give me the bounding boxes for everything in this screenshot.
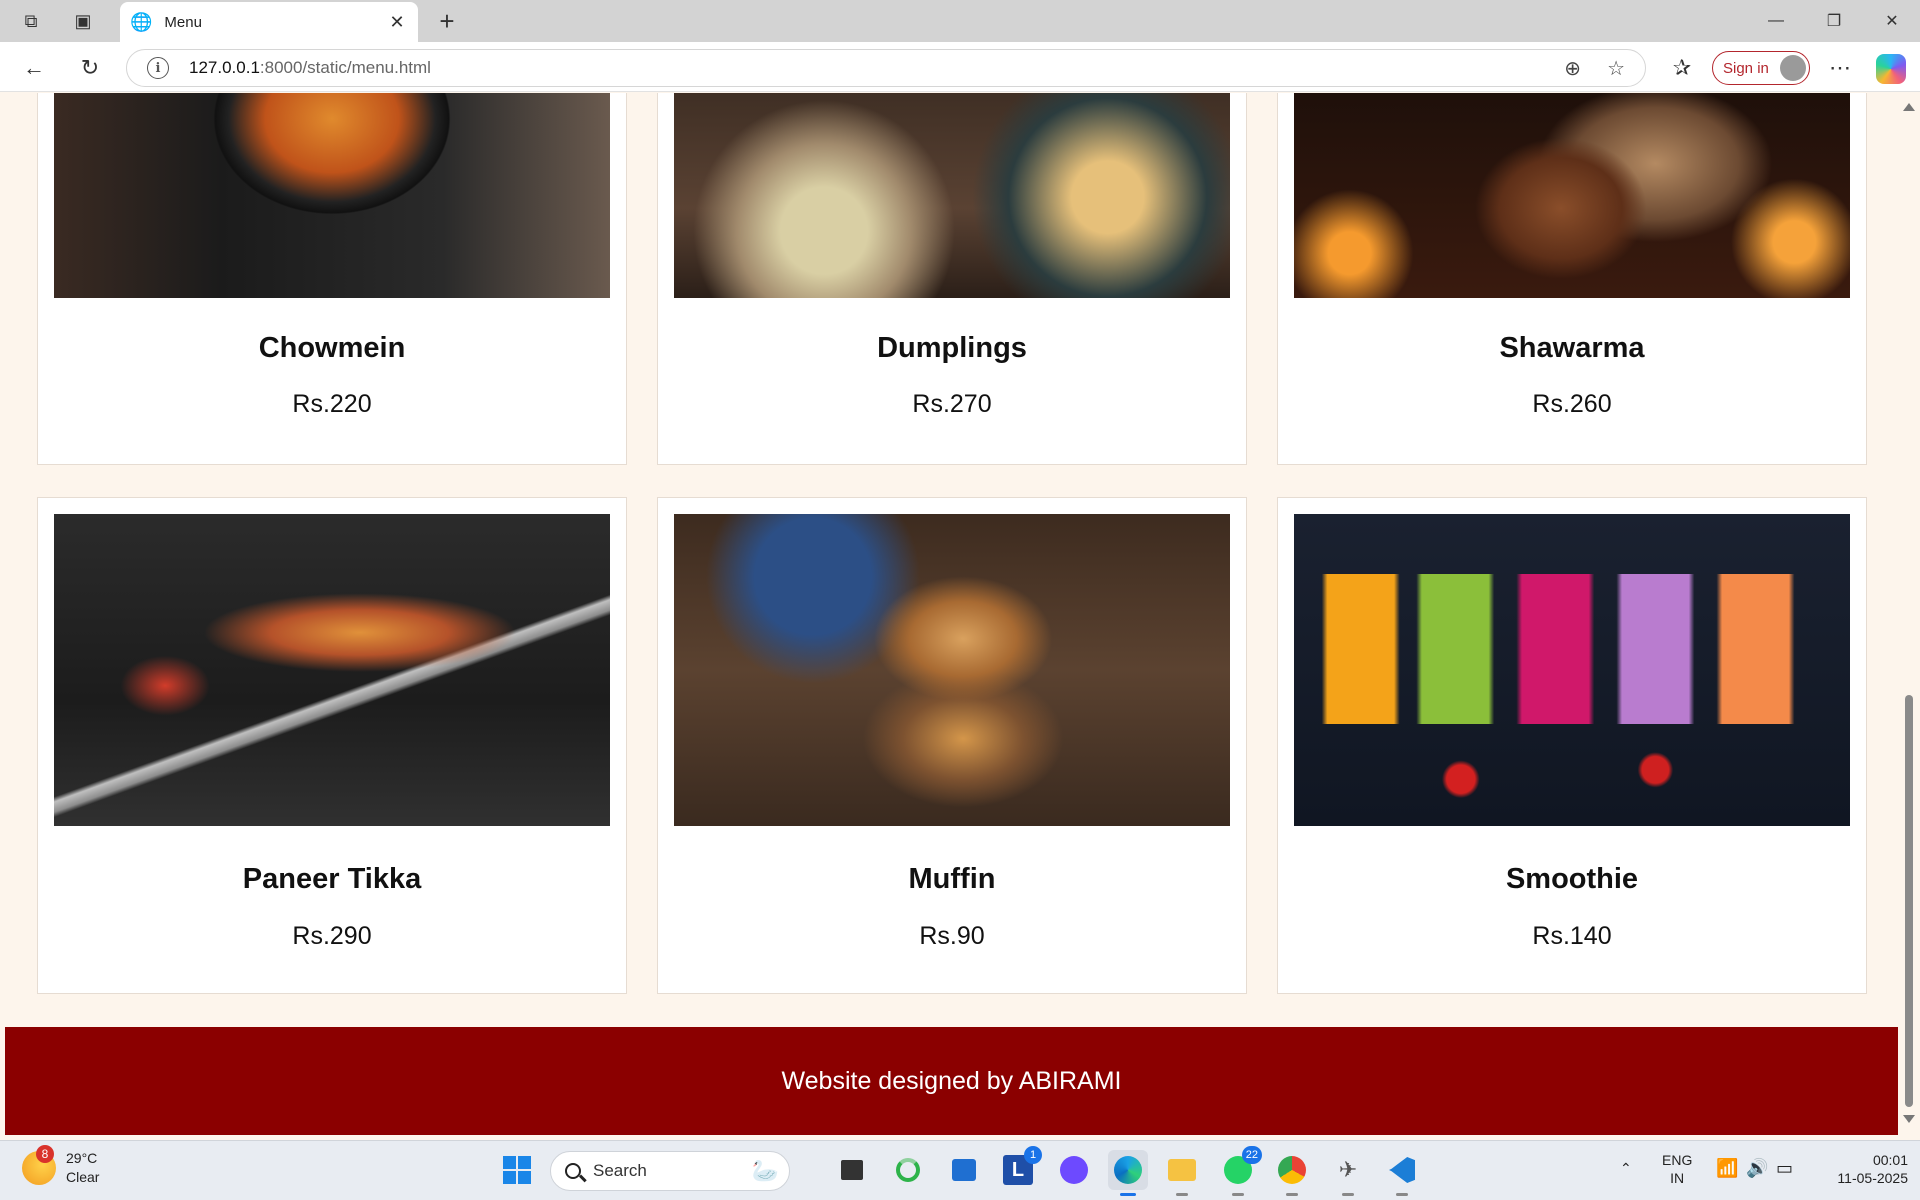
menu-card: Chowmein Rs.220 (37, 93, 627, 465)
file-explorer-icon[interactable] (1162, 1150, 1202, 1196)
weather-desc: Clear (66, 1169, 100, 1185)
scroll-up-arrow-icon[interactable] (1903, 103, 1915, 111)
wifi-icon[interactable]: 📶 (1716, 1159, 1738, 1177)
start-button[interactable] (497, 1150, 537, 1190)
search-icon (565, 1163, 581, 1179)
item-name: Dumplings (877, 332, 1027, 364)
whatsapp-badge: 22 (1241, 1146, 1262, 1164)
tab-title: Menu (164, 13, 202, 31)
refresh-icon[interactable]: ↻ (72, 50, 108, 86)
close-tab-icon[interactable]: ✕ (386, 12, 408, 33)
new-tab-button[interactable]: + (430, 4, 464, 38)
avatar (1780, 55, 1806, 81)
item-price: Rs.220 (292, 390, 372, 418)
shawarma-image (1294, 93, 1850, 298)
favorite-star-icon[interactable]: ☆ (1607, 56, 1625, 81)
copilot-icon[interactable] (1876, 54, 1906, 84)
item-name: Shawarma (1499, 332, 1645, 364)
windows-logo-icon (503, 1156, 531, 1184)
search-highlight-bird-icon: 🦢 (751, 1158, 779, 1183)
url-text[interactable]: 127.0.0.1:8000/static/menu.html (189, 58, 431, 78)
windows-taskbar: 8 29°C Clear Search 🦢 L 1 22 ✈ ⌃ ENG IN … (0, 1140, 1920, 1200)
back-arrow-icon[interactable]: ← (16, 50, 52, 86)
menu-card: Paneer Tikka Rs.290 (37, 497, 627, 994)
scroll-down-arrow-icon[interactable] (1903, 1115, 1915, 1123)
scrollbar-thumb[interactable] (1905, 695, 1913, 1107)
item-name: Muffin (908, 863, 996, 895)
favorites-icon[interactable]: ✰ (1664, 50, 1700, 86)
minimize-button[interactable]: — (1748, 0, 1804, 42)
weather-widget[interactable]: 8 29°C Clear (22, 1145, 100, 1187)
task-view-icon[interactable] (832, 1150, 872, 1190)
muffin-image (674, 514, 1230, 826)
show-hidden-icons-chevron-icon[interactable]: ⌃ (1620, 1159, 1632, 1177)
item-price: Rs.140 (1532, 922, 1612, 950)
page-content: Chowmein Rs.220 Dumplings Rs.270 Shawarm… (0, 93, 1898, 1135)
teams-l-icon[interactable]: L 1 (998, 1146, 1042, 1190)
address-bar[interactable]: i 127.0.0.1:8000/static/menu.html ⊕ ☆ (126, 49, 1646, 87)
paneer-tikka-image (54, 514, 610, 826)
footer-text: Website designed by ABIRAMI (781, 1066, 1122, 1095)
tab-menu[interactable]: 🌐 Menu ✕ (120, 2, 418, 42)
item-price: Rs.260 (1532, 390, 1612, 418)
teams-badge: 1 (1024, 1146, 1042, 1164)
zoom-icon[interactable]: ⊕ (1564, 56, 1581, 81)
menu-card: Smoothie Rs.140 (1277, 497, 1867, 994)
smoothie-image (1294, 514, 1850, 826)
item-price: Rs.290 (292, 922, 372, 950)
language-indicator[interactable]: ENG IN (1662, 1151, 1692, 1187)
weather-sun-icon: 8 (22, 1145, 56, 1185)
globe-icon: 🌐 (130, 11, 153, 32)
search-label: Search (593, 1161, 647, 1180)
item-name: Smoothie (1505, 863, 1639, 895)
item-name: Chowmein (258, 332, 406, 364)
item-price: Rs.90 (919, 922, 985, 950)
weather-temp: 29°C (66, 1150, 98, 1166)
whatsapp-icon[interactable]: 22 (1218, 1146, 1262, 1196)
chrome-icon[interactable] (1272, 1150, 1312, 1196)
browser-title-bar: ⧉ ▣ 🌐 Menu ✕ + — ❐ ✕ (0, 0, 1920, 42)
page-scrollbar[interactable] (1898, 93, 1920, 1135)
drone-app-icon[interactable]: ✈ (1328, 1150, 1368, 1196)
menu-card: Muffin Rs.90 (657, 497, 1247, 994)
tab-actions-icon[interactable]: ▣ (66, 4, 100, 38)
store-icon[interactable] (944, 1150, 984, 1190)
menu-card: Dumplings Rs.270 (657, 93, 1247, 465)
workspaces-icon[interactable]: ⧉ (14, 4, 48, 38)
weather-alert-badge: 8 (36, 1145, 54, 1163)
site-info-icon[interactable]: i (147, 57, 169, 79)
proton-vpn-icon[interactable] (1054, 1150, 1094, 1190)
browser-toolbar: ← ↻ i 127.0.0.1:8000/static/menu.html ⊕ … (0, 42, 1920, 92)
site-footer: Website designed by ABIRAMI (5, 1027, 1898, 1135)
battery-icon[interactable]: ▭ (1776, 1159, 1793, 1177)
more-options-icon[interactable]: ⋯ (1822, 50, 1858, 86)
item-price: Rs.270 (912, 390, 992, 418)
close-window-button[interactable]: ✕ (1864, 0, 1920, 42)
taskbar-search[interactable]: Search 🦢 (550, 1151, 790, 1191)
item-name: Paneer Tikka (242, 863, 422, 895)
restore-button[interactable]: ❐ (1806, 0, 1862, 42)
spinner-app-icon[interactable] (888, 1150, 928, 1190)
menu-card: Shawarma Rs.260 (1277, 93, 1867, 465)
chowmein-image (54, 93, 610, 298)
volume-icon[interactable]: 🔊 (1746, 1159, 1768, 1177)
sign-in-button[interactable]: Sign in (1712, 51, 1810, 85)
dumplings-image (674, 93, 1230, 298)
clock[interactable]: 00:01 11-05-2025 (1816, 1151, 1908, 1187)
vscode-icon[interactable] (1382, 1150, 1422, 1196)
edge-browser-icon[interactable] (1108, 1150, 1148, 1196)
